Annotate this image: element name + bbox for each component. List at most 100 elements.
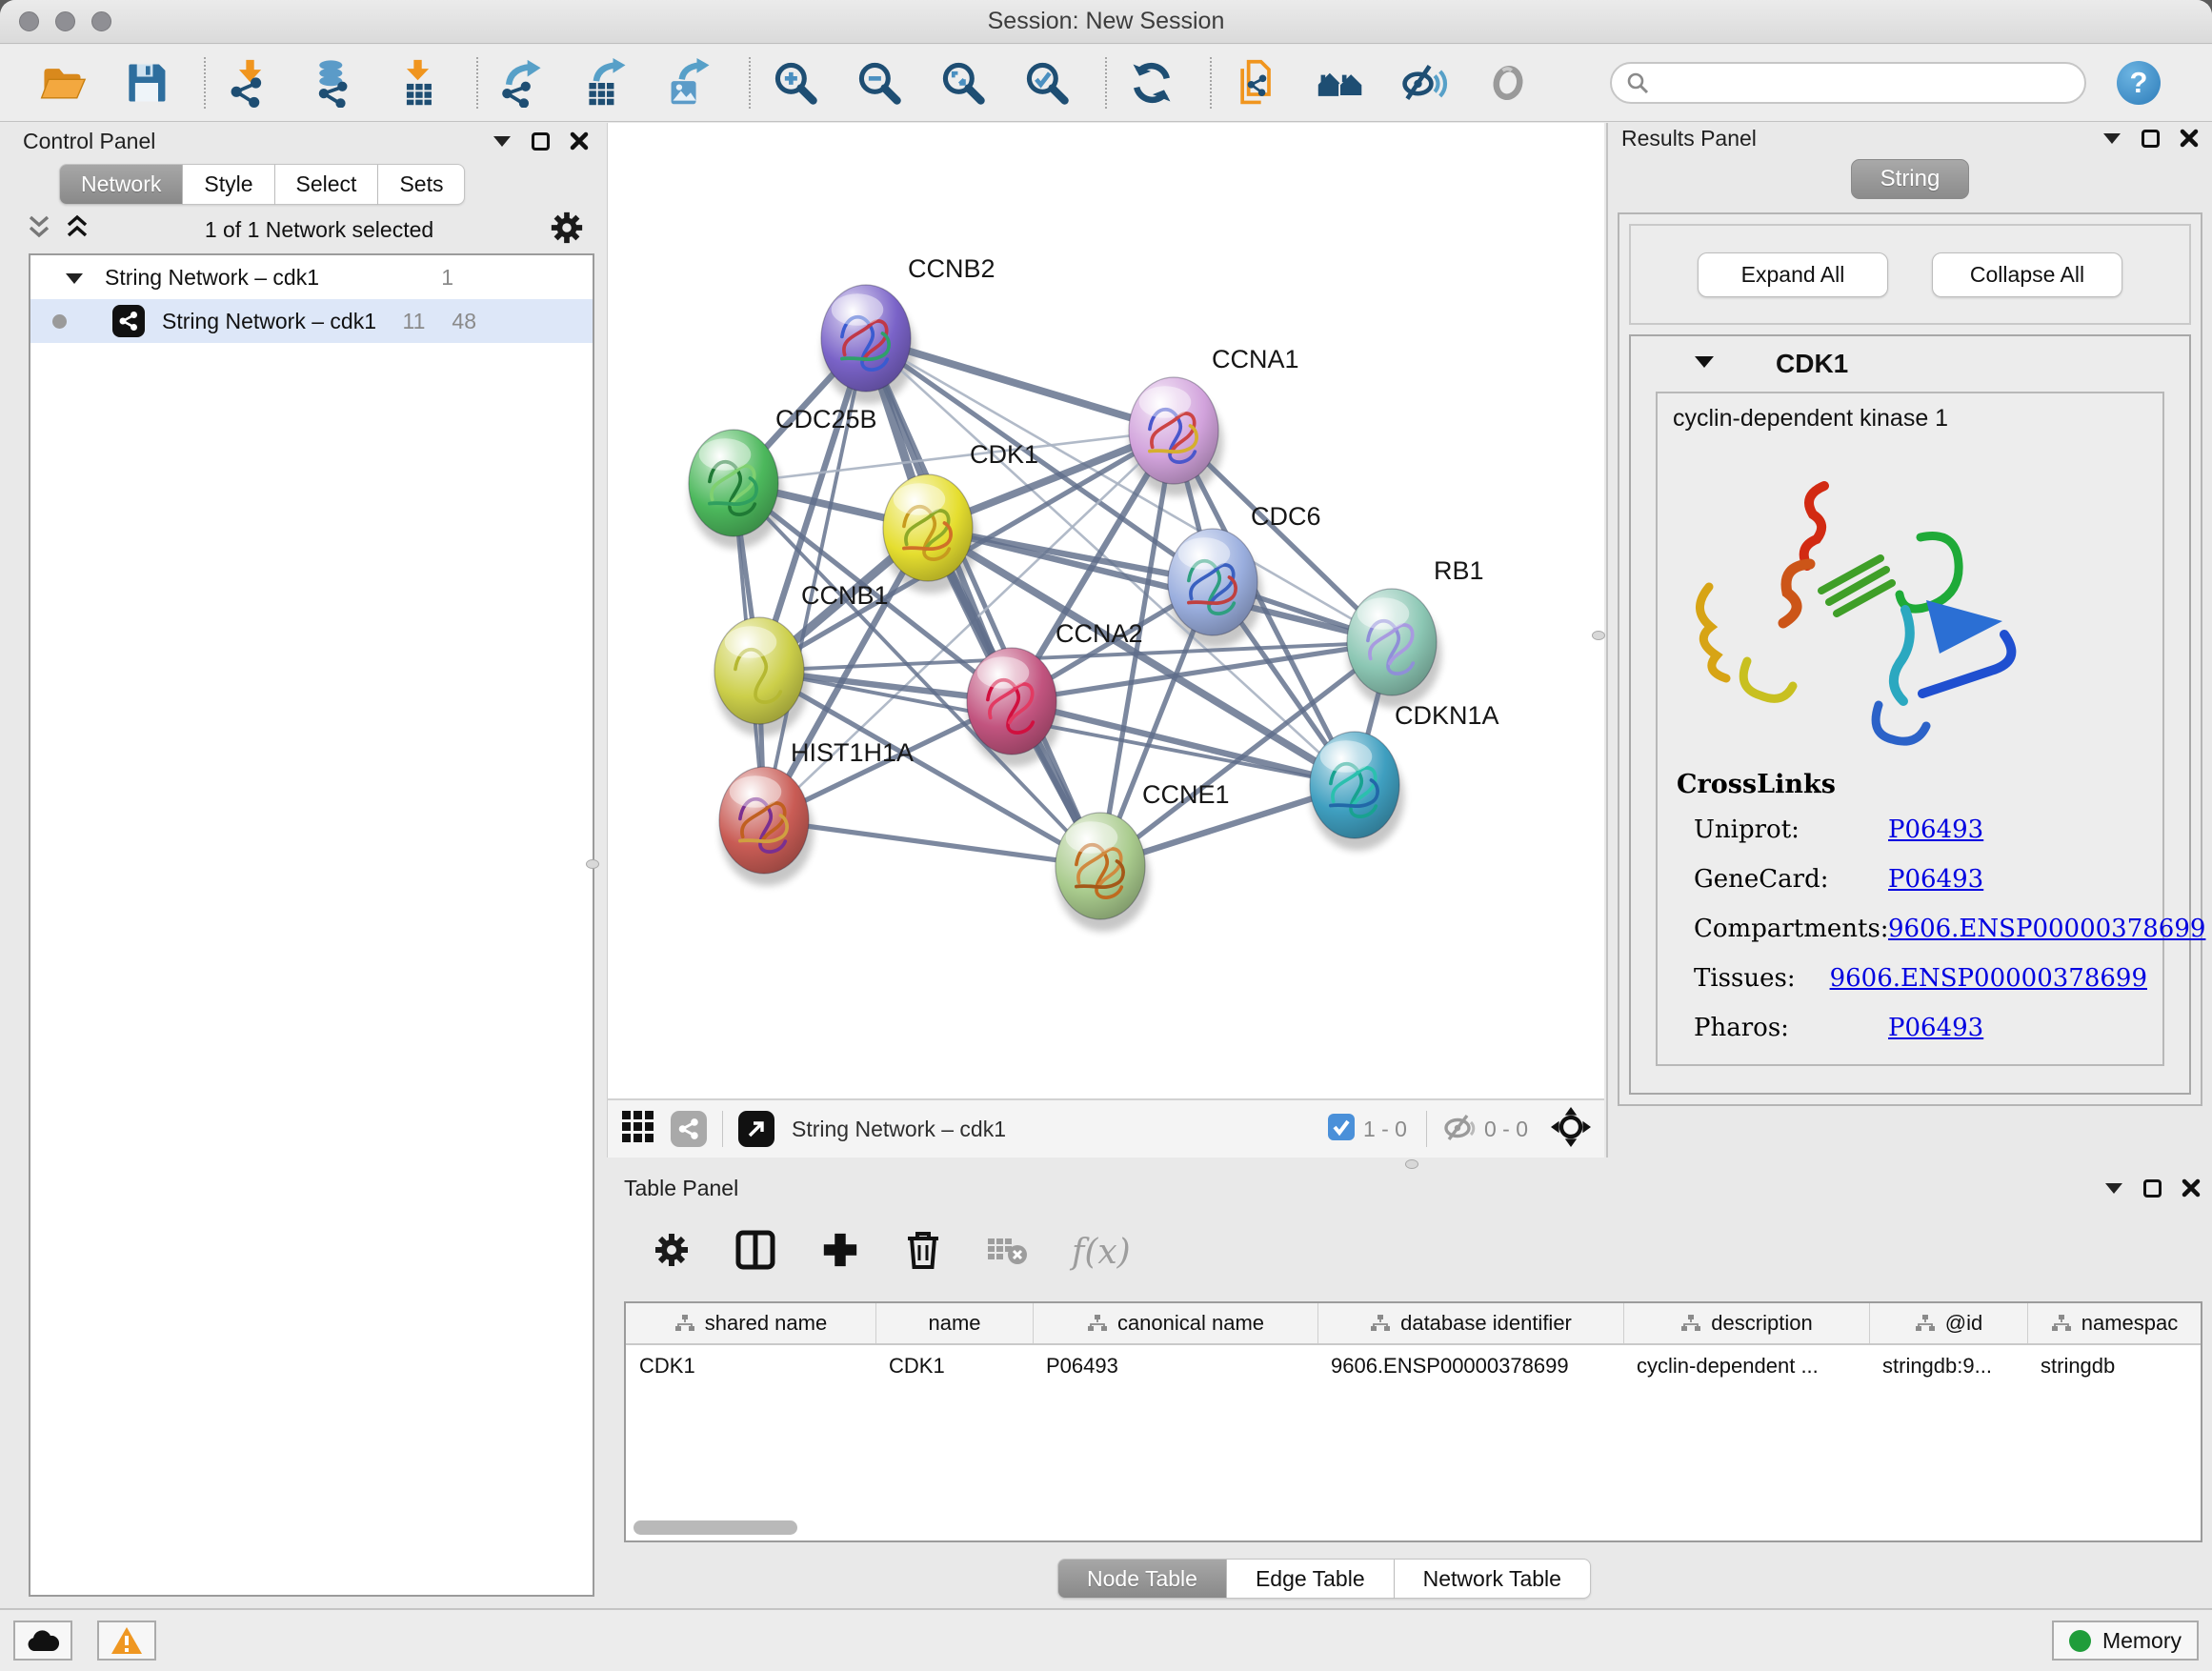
cell-description[interactable]: cyclin-dependent ... (1623, 1354, 1869, 1379)
birdseye-navigator-icon[interactable] (1551, 1107, 1591, 1152)
cell-database-identifier[interactable]: 9606.ENSP00000378699 (1317, 1354, 1623, 1379)
vertical-splitter-handle[interactable] (586, 859, 599, 869)
network-canvas[interactable]: CCNB2CCNA1CDC25BCDK1CDC6RB1CCNB1CCNA2CDK… (607, 123, 1604, 1098)
network-node-HIST1H1A[interactable] (719, 767, 809, 874)
network-collection-row[interactable]: String Network – cdk1 1 (30, 255, 593, 299)
expand-all-button[interactable]: Expand All (1698, 252, 1888, 297)
save-session-icon[interactable] (118, 55, 173, 111)
network-node-CCNB2[interactable] (821, 285, 911, 392)
crosslink-link[interactable]: 9606.ENSP00000378699 (1830, 964, 2147, 993)
panel-float-icon[interactable] (2142, 130, 2160, 148)
panel-menu-icon[interactable] (2102, 132, 2122, 145)
export-table-icon[interactable] (579, 55, 634, 111)
network-node-RB1[interactable] (1347, 589, 1437, 695)
zoom-in-icon[interactable] (768, 55, 823, 111)
column-header-shared-name[interactable]: shared name (626, 1303, 875, 1343)
column-header-namespac[interactable]: namespac (2027, 1303, 2201, 1343)
selected-checkbox-icon[interactable] (1327, 1113, 1356, 1146)
cell-namespac[interactable]: stringdb (2027, 1354, 2201, 1379)
zoom-window-button[interactable] (91, 11, 111, 31)
zoom-fit-icon[interactable] (935, 55, 991, 111)
panel-close-icon[interactable] (2180, 129, 2199, 148)
show-hide-graphics-icon[interactable] (1397, 55, 1452, 111)
panel-close-icon[interactable] (570, 131, 589, 151)
hidden-eye-icon[interactable] (1442, 1112, 1477, 1147)
network-node-CCNA2[interactable] (967, 648, 1056, 755)
cloud-status-button[interactable] (13, 1621, 72, 1661)
column-header-name[interactable]: name (875, 1303, 1033, 1343)
expand-all-tree-icon[interactable] (65, 213, 90, 247)
panel-float-icon[interactable] (2143, 1179, 2162, 1198)
crosslink-link[interactable]: P06493 (1888, 1014, 1983, 1042)
import-network-database-icon[interactable] (307, 55, 362, 111)
collapse-all-button[interactable]: Collapse All (1932, 252, 2122, 297)
network-node-CDC6[interactable] (1168, 529, 1257, 635)
export-network-icon[interactable] (495, 55, 551, 111)
network-node-CDKN1A[interactable] (1310, 732, 1399, 838)
network-row-selected[interactable]: String Network – cdk1 11 48 (30, 299, 593, 343)
tab-select[interactable]: Select (275, 164, 379, 205)
collection-expand-icon[interactable] (65, 265, 84, 291)
share-network-icon[interactable] (671, 1111, 707, 1147)
table-panel-title: Table Panel (624, 1176, 738, 1201)
show-columns-icon[interactable] (734, 1229, 776, 1276)
open-session-icon[interactable] (34, 55, 90, 111)
column-header--id[interactable]: @id (1869, 1303, 2027, 1343)
minimize-window-button[interactable] (55, 11, 75, 31)
show-grid-icon[interactable] (621, 1110, 655, 1149)
panel-float-icon[interactable] (532, 132, 550, 151)
export-image-icon[interactable] (663, 55, 718, 111)
column-header-database-identifier[interactable]: database identifier (1317, 1303, 1623, 1343)
network-selection-summary: 1 of 1 Network selected (90, 217, 549, 243)
zoom-out-icon[interactable] (852, 55, 907, 111)
section-collapse-icon[interactable] (1694, 355, 1715, 373)
column-header-canonical-name[interactable]: canonical name (1033, 1303, 1317, 1343)
vertical-splitter-handle[interactable] (1592, 631, 1605, 640)
cell-shared-name[interactable]: CDK1 (626, 1354, 875, 1379)
gear-icon[interactable] (549, 210, 585, 251)
import-network-file-icon[interactable] (223, 55, 278, 111)
search-input[interactable] (1610, 62, 2086, 104)
collapse-all-tree-icon[interactable] (27, 213, 51, 247)
tab-node-table[interactable]: Node Table (1057, 1559, 1227, 1599)
tab-edge-table[interactable]: Edge Table (1227, 1559, 1395, 1599)
table-row[interactable]: CDK1CDK1P064939606.ENSP00000378699cyclin… (626, 1345, 2201, 1387)
cell-canonical-name[interactable]: P06493 (1033, 1354, 1317, 1379)
first-neighbors-icon[interactable] (1313, 55, 1368, 111)
cell-name[interactable]: CDK1 (875, 1354, 1033, 1379)
tab-network-table[interactable]: Network Table (1395, 1559, 1591, 1599)
close-window-button[interactable] (19, 11, 39, 31)
cell--id[interactable]: stringdb:9... (1869, 1354, 2027, 1379)
tab-network[interactable]: Network (59, 164, 183, 205)
network-node-CCNE1[interactable] (1056, 813, 1145, 919)
crosslink-link[interactable]: P06493 (1888, 865, 1983, 894)
open-in-new-window-icon[interactable] (738, 1111, 774, 1147)
table-settings-gear-icon[interactable] (653, 1231, 691, 1274)
network-node-CDK1[interactable] (883, 474, 973, 581)
panel-menu-icon[interactable] (493, 135, 512, 148)
horizontal-splitter[interactable] (607, 1158, 2212, 1170)
crosslink-link[interactable]: 9606.ENSP00000378699 (1888, 915, 2205, 943)
tab-string[interactable]: String (1851, 159, 1969, 199)
help-button[interactable]: ? (2117, 61, 2161, 105)
highlight-eye-icon[interactable] (1480, 55, 1536, 111)
panel-menu-icon[interactable] (2104, 1182, 2123, 1195)
add-column-icon[interactable] (820, 1230, 860, 1275)
delete-column-icon[interactable] (904, 1229, 942, 1276)
network-node-CDC25B[interactable] (689, 430, 778, 536)
network-node-CCNB1[interactable] (714, 617, 804, 724)
refresh-icon[interactable] (1124, 55, 1179, 111)
panel-close-icon[interactable] (2182, 1178, 2201, 1198)
duplicate-network-icon[interactable] (1229, 55, 1284, 111)
column-header-description[interactable]: description (1623, 1303, 1869, 1343)
tab-sets[interactable]: Sets (378, 164, 465, 205)
import-table-icon[interactable] (391, 55, 446, 111)
tab-style[interactable]: Style (183, 164, 274, 205)
crosslink-link[interactable]: P06493 (1888, 815, 1983, 844)
warnings-button[interactable] (97, 1621, 156, 1661)
node-table[interactable]: shared namenamecanonical namedatabase id… (624, 1301, 2202, 1542)
horizontal-scrollbar[interactable] (633, 1520, 797, 1535)
memory-button[interactable]: Memory (2052, 1621, 2199, 1661)
network-node-CCNA1[interactable] (1129, 377, 1218, 484)
zoom-selected-icon[interactable] (1019, 55, 1075, 111)
